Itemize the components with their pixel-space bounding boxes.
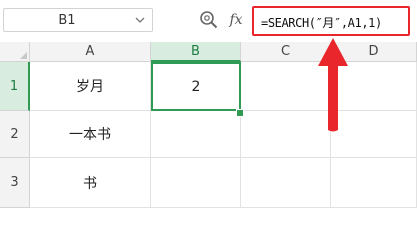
- row-header-2[interactable]: 2: [0, 111, 30, 158]
- cell-a1[interactable]: 岁月: [30, 62, 151, 111]
- cell-d3[interactable]: [331, 158, 417, 208]
- fx-icon[interactable]: fx: [226, 9, 246, 31]
- zoom-icon[interactable]: [199, 10, 219, 30]
- cell-b3[interactable]: [151, 158, 241, 208]
- name-box[interactable]: B1: [3, 8, 153, 32]
- formula-bar: B1 fx =SEARCH(″月″,A1,1): [0, 0, 417, 43]
- cell-c3[interactable]: [241, 158, 331, 208]
- select-all-triangle-icon: [20, 52, 27, 59]
- name-box-value: B1: [58, 12, 76, 28]
- cell-b2[interactable]: [151, 111, 241, 158]
- row-header-3[interactable]: 3: [0, 158, 30, 208]
- cell-a2[interactable]: 一本书: [30, 111, 151, 158]
- cell-a3[interactable]: 书: [30, 158, 151, 208]
- formula-text: =SEARCH(″月″,A1,1): [261, 16, 382, 30]
- red-arrow-up-icon: [316, 36, 350, 134]
- select-all-corner[interactable]: [0, 42, 30, 62]
- column-header-a[interactable]: A: [30, 42, 151, 62]
- column-header-b[interactable]: B: [151, 42, 241, 62]
- cell-b1[interactable]: 2: [151, 62, 241, 111]
- fill-handle[interactable]: [236, 109, 244, 117]
- chevron-down-icon[interactable]: [134, 13, 146, 27]
- formula-input[interactable]: =SEARCH(″月″,A1,1): [252, 6, 410, 36]
- row-header-1[interactable]: 1: [0, 62, 30, 111]
